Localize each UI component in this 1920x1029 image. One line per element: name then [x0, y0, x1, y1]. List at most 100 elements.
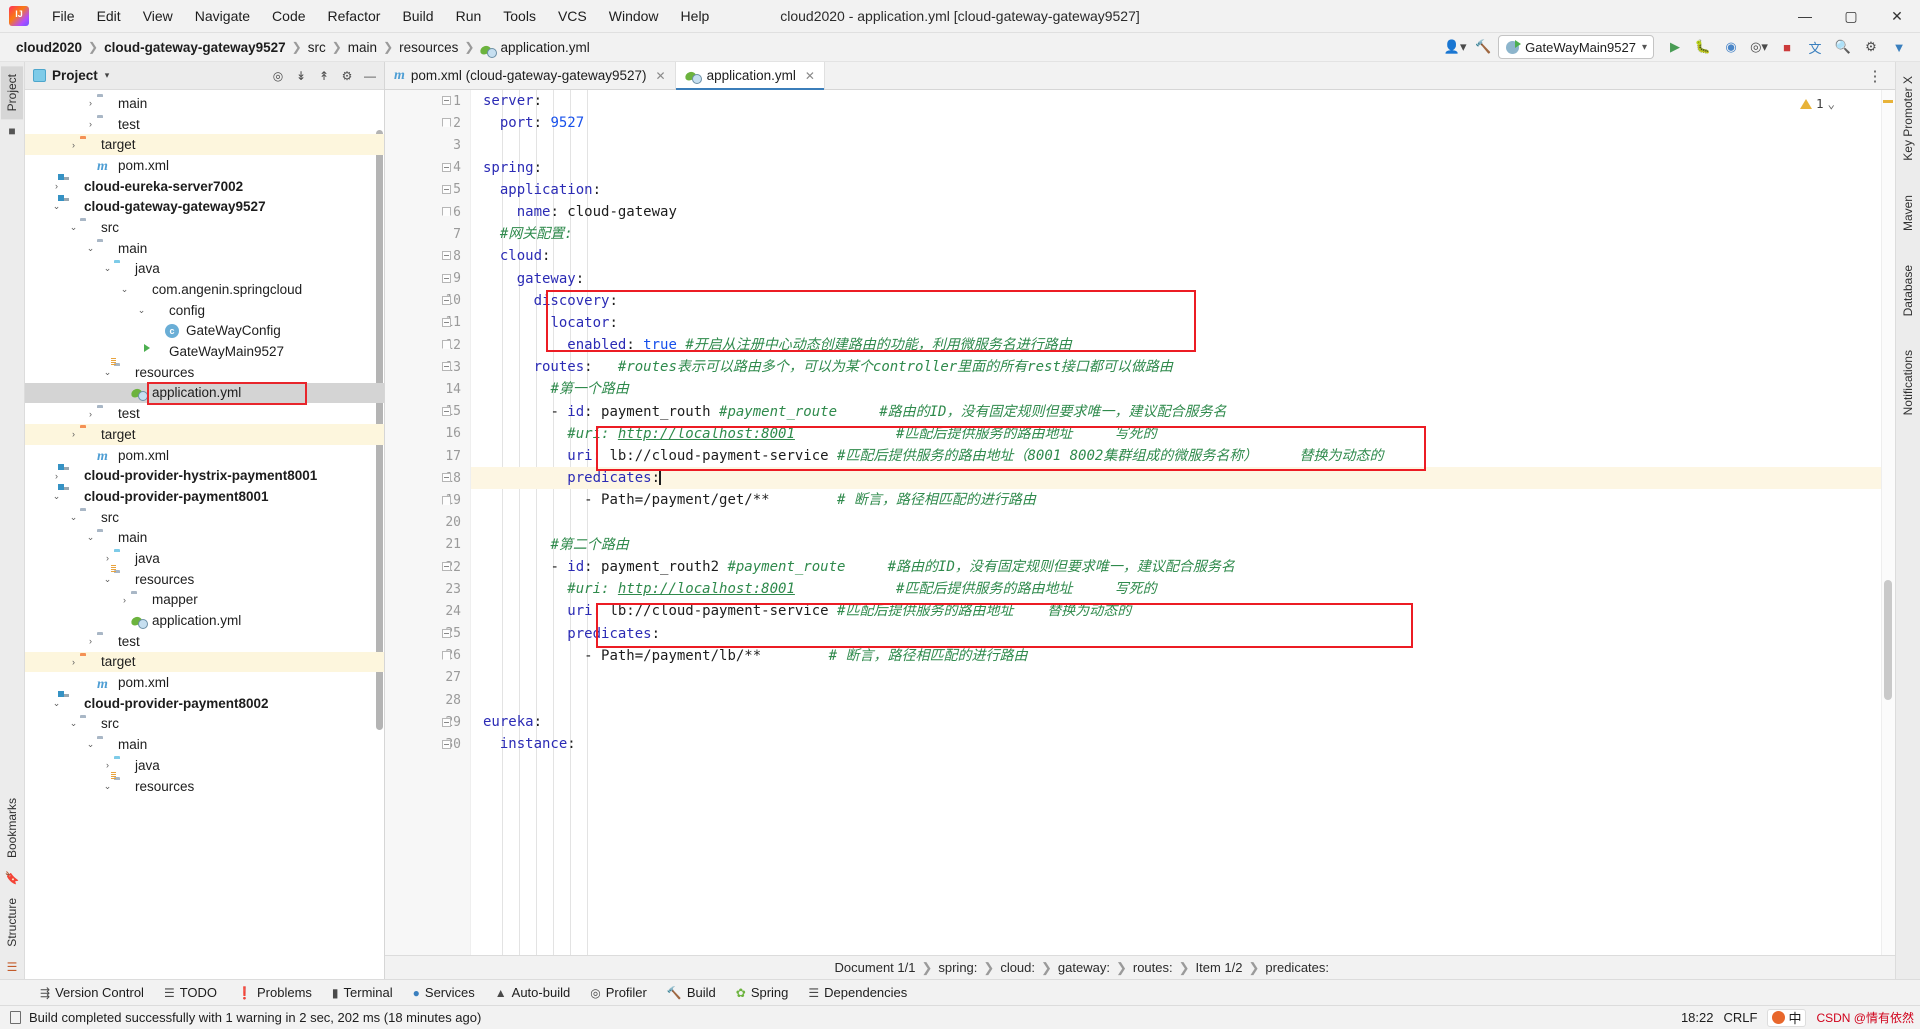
editor-scrollbar[interactable] — [1884, 580, 1892, 700]
line-number[interactable]: 9 — [385, 268, 470, 290]
editor-crumb-predicates[interactable]: predicates: — [1259, 960, 1335, 975]
tree-node-com-angenin-springcloud[interactable]: ⌄ com.angenin.springcloud — [25, 279, 384, 300]
tree-node-main[interactable]: ⌄ main — [25, 734, 384, 755]
chevron-down-icon[interactable]: ▾ — [1642, 42, 1647, 53]
tree-node-main[interactable]: ⌄ main — [25, 238, 384, 259]
tree-node-cloud-provider-payment8002[interactable]: ⌄ cloud-provider-payment8002 — [25, 691, 384, 714]
tree-node-gatewayconfig[interactable]: ›c GateWayConfig — [25, 321, 384, 342]
line-number[interactable]: 10 — [385, 290, 470, 312]
breadcrumb-file[interactable]: application.yml — [476, 38, 593, 58]
code-line[interactable]: - id: payment_routh2 #payment_route #路由的… — [471, 556, 1881, 578]
line-number[interactable]: 2 — [385, 112, 470, 134]
fold-end-icon[interactable] — [442, 340, 451, 350]
editor-crumb-document[interactable]: Document 1/1 — [829, 960, 922, 975]
fold-collapse-icon[interactable] — [442, 628, 451, 638]
chevron-right-icon[interactable]: › — [84, 678, 97, 688]
breadcrumb-resources[interactable]: resources — [395, 38, 462, 57]
code-line[interactable]: uri: lb://cloud-payment-service #匹配后提供服务… — [471, 600, 1881, 622]
fold-collapse-icon[interactable] — [442, 739, 451, 749]
toolwindow-terminal[interactable]: ▮ Terminal — [322, 982, 403, 1003]
settings-gear-icon[interactable]: ⚙ — [337, 66, 357, 86]
chevron-right-icon[interactable]: › — [67, 429, 80, 439]
chevron-down-icon[interactable]: ⌄ — [135, 305, 148, 316]
chevron-down-icon[interactable]: ⌄ — [101, 367, 114, 378]
fold-collapse-icon[interactable] — [442, 406, 451, 416]
toolwindow-dependencies[interactable]: ☰ Dependencies — [798, 982, 917, 1003]
tree-node-target[interactable]: › target — [25, 424, 384, 445]
fold-collapse-icon[interactable] — [442, 184, 451, 194]
line-number[interactable]: 27 — [385, 667, 470, 689]
breadcrumb-src[interactable]: src — [304, 38, 330, 57]
line-number[interactable]: 6 — [385, 201, 470, 223]
tree-node-cloud-eureka-server7002[interactable]: › cloud-eureka-server7002 — [25, 174, 384, 197]
tree-node-pom-xml[interactable]: ›m pom.xml — [25, 445, 384, 466]
fold-end-icon[interactable] — [442, 495, 451, 505]
chevron-down-icon[interactable]: ⌄ — [101, 574, 114, 585]
tree-node-java[interactable]: › java — [25, 755, 384, 776]
tree-node-target[interactable]: › target — [25, 134, 384, 156]
warning-marker[interactable] — [1883, 100, 1893, 103]
tree-node-application-yml[interactable]: › application.yml — [25, 610, 384, 631]
code-line[interactable]: eureka: — [471, 711, 1881, 733]
commit-icon[interactable]: ■ — [8, 119, 15, 143]
line-number[interactable]: 7 — [385, 223, 470, 245]
fold-collapse-icon[interactable] — [442, 273, 451, 283]
run-configuration-selector[interactable]: GateWayMain9527 ▾ — [1498, 35, 1654, 59]
rail-tab-structure[interactable]: Structure — [1, 890, 23, 955]
code-line[interactable]: spring: — [471, 157, 1881, 179]
fold-collapse-icon[interactable] — [442, 318, 451, 327]
code-line[interactable]: instance: — [471, 733, 1881, 755]
updates-icon[interactable]: ▼ — [1886, 35, 1912, 59]
chevron-right-icon[interactable]: › — [84, 636, 97, 646]
tree-node-gatewaymain9527[interactable]: ›GateWayMain9527 — [25, 341, 384, 362]
tree-node-src[interactable]: ⌄ src — [25, 507, 384, 528]
fold-collapse-icon[interactable] — [442, 562, 451, 572]
fold-collapse-icon[interactable] — [442, 717, 451, 727]
line-number[interactable]: 17 — [385, 445, 470, 467]
line-number[interactable]: 13 — [385, 356, 470, 378]
hammer-build-icon[interactable]: 🔨 — [1470, 35, 1496, 59]
line-number[interactable]: 14 — [385, 378, 470, 400]
menu-tools[interactable]: Tools — [492, 3, 547, 29]
project-tree[interactable]: ›main›test›target›mpom.xml›cloud-eureka-… — [25, 90, 384, 979]
line-number[interactable]: 21 — [385, 534, 470, 556]
tree-node-cloud-provider-payment8001[interactable]: ⌄ cloud-provider-payment8001 — [25, 484, 384, 507]
breadcrumb-main[interactable]: main — [344, 38, 381, 57]
breadcrumb-module[interactable]: cloud-gateway-gateway9527 — [100, 38, 290, 57]
chevron-right-icon[interactable]: › — [50, 181, 63, 191]
menu-build[interactable]: Build — [391, 3, 444, 29]
tree-node-config[interactable]: ⌄ config — [25, 300, 384, 321]
code-line[interactable]: discovery: — [471, 290, 1881, 312]
coverage-icon[interactable]: ◉ — [1718, 35, 1744, 59]
chevron-down-icon[interactable]: ⌄ — [67, 512, 80, 523]
chevron-down-icon[interactable]: ⌄ — [84, 739, 97, 750]
menu-window[interactable]: Window — [598, 3, 670, 29]
fold-collapse-icon[interactable] — [442, 473, 451, 483]
bookmark-icon[interactable]: 🔖 — [5, 866, 20, 890]
expand-all-icon[interactable]: ↡ — [291, 66, 311, 86]
chevron-down-icon[interactable]: ⌄ — [50, 201, 63, 212]
settings-gear-icon[interactable]: ⚙ — [1858, 35, 1884, 59]
line-number[interactable]: 4 — [385, 157, 470, 179]
editor-tab-pom-xml[interactable]: m pom.xml (cloud-gateway-gateway9527) ✕ — [385, 62, 676, 89]
close-icon[interactable]: ✕ — [656, 69, 666, 83]
tree-node-src[interactable]: ⌄ src — [25, 217, 384, 238]
chevron-down-icon[interactable]: ⌄ — [67, 222, 80, 233]
tree-node-cloud-gateway-gateway9527[interactable]: ⌄ cloud-gateway-gateway9527 — [25, 194, 384, 217]
chevron-right-icon[interactable]: › — [84, 119, 97, 129]
menu-code[interactable]: Code — [261, 3, 316, 29]
chevron-right-icon[interactable]: › — [50, 471, 63, 481]
chevron-right-icon[interactable]: › — [84, 409, 97, 419]
menu-help[interactable]: Help — [670, 3, 721, 29]
tree-node-target[interactable]: › target — [25, 651, 384, 673]
code-line[interactable]: name: cloud-gateway — [471, 201, 1881, 223]
line-number[interactable]: 26 — [385, 645, 470, 667]
translate-icon[interactable]: 文 — [1802, 35, 1828, 59]
chevron-right-icon[interactable]: › — [84, 160, 97, 170]
chevron-right-icon[interactable]: › — [152, 326, 165, 336]
menu-refactor[interactable]: Refactor — [317, 3, 392, 29]
chevron-down-icon[interactable]: ⌄ — [50, 698, 63, 709]
menu-navigate[interactable]: Navigate — [184, 3, 261, 29]
code-line[interactable]: uri: lb://cloud-payment-service #匹配后提供服务… — [471, 445, 1881, 467]
tree-node-java[interactable]: ⌄ java — [25, 259, 384, 280]
